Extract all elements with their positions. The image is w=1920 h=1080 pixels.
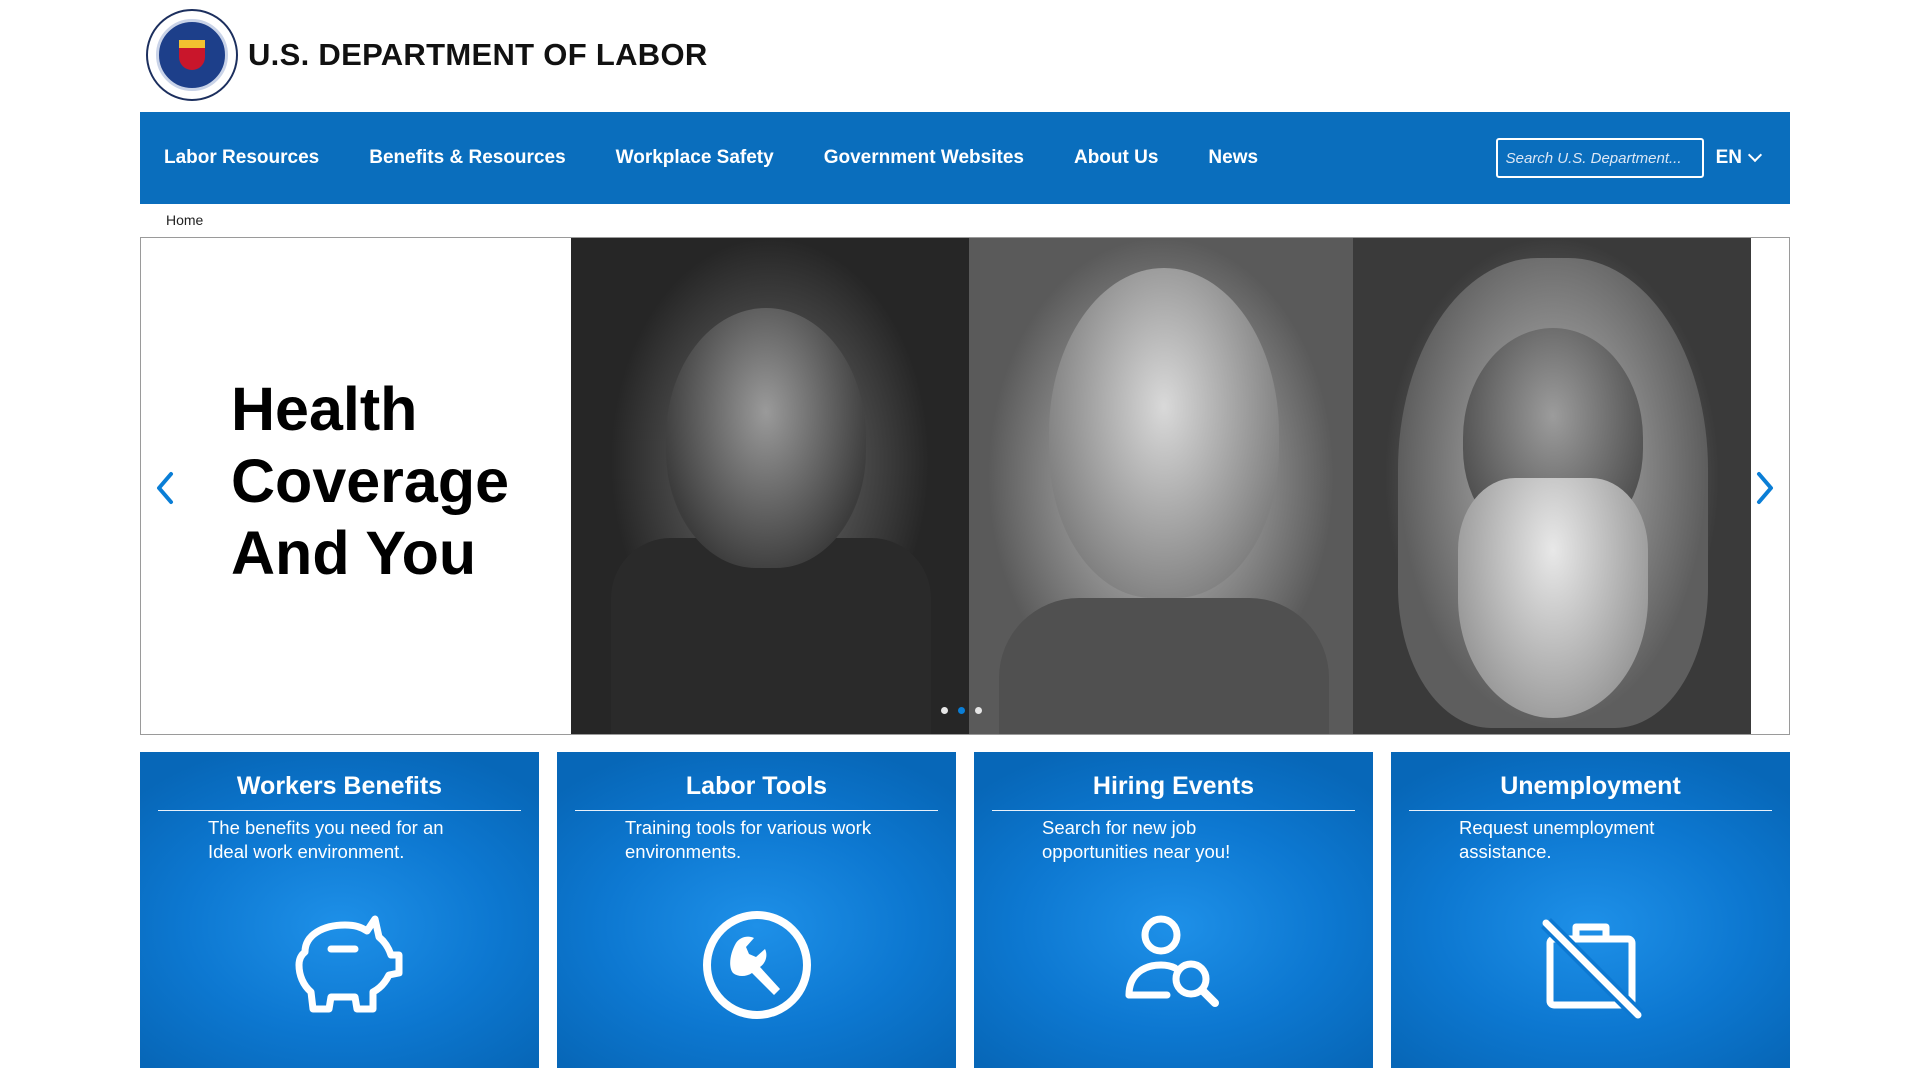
card-title: Unemployment — [1500, 772, 1681, 800]
card-description: Request unemployment assistance. — [1459, 817, 1655, 862]
card-title: Workers Benefits — [236, 772, 443, 800]
hero-title: Health Coverage And You — [231, 375, 510, 587]
carousel-dot-2[interactable] — [958, 707, 965, 714]
nav-item-labor-resources[interactable]: Labor Resources — [164, 147, 319, 169]
carousel-next-arrow-icon[interactable] — [1753, 468, 1777, 508]
card-unemployment[interactable]: Unemployment Request unemployment assist… — [1391, 752, 1790, 1068]
agency-name[interactable]: U.S. DEPARTMENT OF LABOR — [248, 37, 708, 73]
main-nav: Labor Resources Benefits & Resources Wor… — [140, 112, 1790, 204]
nav-utilities: EN — [1495, 138, 1763, 178]
wrench-icon — [702, 911, 811, 1019]
piggy-bank-icon — [295, 915, 402, 1013]
carousel-dots — [941, 707, 992, 714]
language-label: EN — [1715, 147, 1742, 168]
feature-cards: Workers Benefits The benefits you need f… — [140, 752, 1790, 1068]
hero-photo-man — [571, 238, 969, 734]
breadcrumb-home[interactable]: Home — [166, 212, 203, 228]
person-search-icon — [1125, 915, 1219, 1007]
nav-item-government-websites[interactable]: Government Websites — [824, 147, 1024, 169]
carousel-prev-arrow-icon[interactable] — [153, 468, 177, 508]
card-title: Hiring Events — [1092, 772, 1255, 800]
card-description: Search for new job opportunities near yo… — [1042, 817, 1231, 862]
search-input[interactable] — [1495, 138, 1704, 178]
nav-item-benefits-resources[interactable]: Benefits & Resources — [369, 147, 565, 169]
card-title: Labor Tools — [685, 772, 828, 800]
nav-item-workplace-safety[interactable]: Workplace Safety — [616, 147, 774, 169]
dol-seal-icon[interactable] — [146, 9, 238, 101]
chevron-down-icon — [1747, 147, 1763, 163]
hero-photo-woman — [969, 238, 1353, 734]
breadcrumb: Home — [166, 212, 203, 228]
card-description: Training tools for various work environm… — [625, 817, 872, 862]
card-labor-tools[interactable]: Labor Tools Training tools for various w… — [557, 752, 956, 1068]
briefcase-off-icon — [1540, 918, 1643, 1020]
card-hiring-events[interactable]: Hiring Events Search for new job opportu… — [974, 752, 1373, 1068]
carousel-dot-1[interactable] — [941, 707, 948, 714]
hero-carousel: Health Coverage And You — [140, 237, 1790, 735]
site-header: U.S. DEPARTMENT OF LABOR — [140, 0, 1790, 110]
card-description: The benefits you need for an Ideal work … — [208, 817, 444, 862]
language-selector[interactable]: EN — [1715, 147, 1763, 169]
carousel-dot-3[interactable] — [975, 707, 982, 714]
hero-photo-bearded-man — [1353, 238, 1751, 734]
nav-item-news[interactable]: News — [1208, 147, 1258, 169]
nav-item-about-us[interactable]: About Us — [1074, 147, 1158, 169]
card-workers-benefits[interactable]: Workers Benefits The benefits you need f… — [140, 752, 539, 1068]
